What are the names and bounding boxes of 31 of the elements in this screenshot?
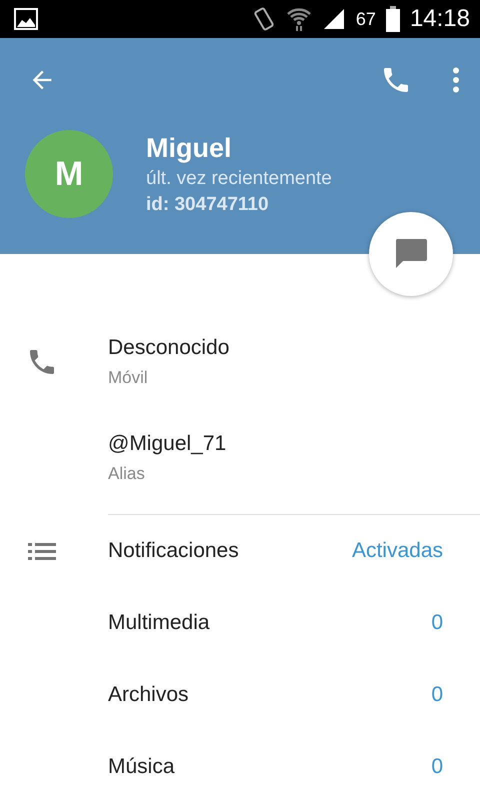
last-seen: últ. vez recientemente: [146, 168, 332, 190]
settings-item[interactable]: Notificaciones Activadas: [0, 515, 480, 587]
avatar: M: [25, 130, 113, 218]
settings-item[interactable]: Música 0: [0, 731, 480, 800]
battery-icon: [386, 6, 400, 32]
gallery-icon: [14, 8, 38, 30]
user-id: id: 304747110: [146, 194, 270, 216]
more-button[interactable]: [452, 67, 460, 93]
battery-level: 67: [356, 8, 376, 30]
settings-label: Música: [108, 755, 176, 779]
clock: 14:18: [410, 5, 470, 33]
info-value: Desconocido: [108, 336, 230, 360]
chat-icon: [394, 238, 428, 270]
message-button[interactable]: [369, 212, 453, 296]
vibrate-icon: [252, 6, 276, 32]
info-value: @Miguel_71: [108, 432, 226, 456]
contact-name: Miguel: [146, 132, 232, 164]
settings-value: Activadas: [352, 539, 443, 563]
settings-item[interactable]: Multimedia 0: [0, 587, 480, 659]
settings-label: Notificaciones: [108, 539, 240, 563]
settings-item[interactable]: Archivos 0: [0, 659, 480, 731]
info-label: Alias: [108, 464, 146, 484]
signal-icon: [322, 7, 346, 31]
settings-value: 0: [431, 611, 443, 635]
list-icon: [28, 541, 56, 561]
settings-label: Multimedia: [108, 611, 211, 635]
settings-label: Archivos: [108, 683, 190, 707]
wifi-icon: [286, 6, 312, 32]
settings-value: 0: [431, 683, 443, 707]
info-label: Móvil: [108, 368, 149, 388]
settings-value: 0: [431, 755, 443, 779]
